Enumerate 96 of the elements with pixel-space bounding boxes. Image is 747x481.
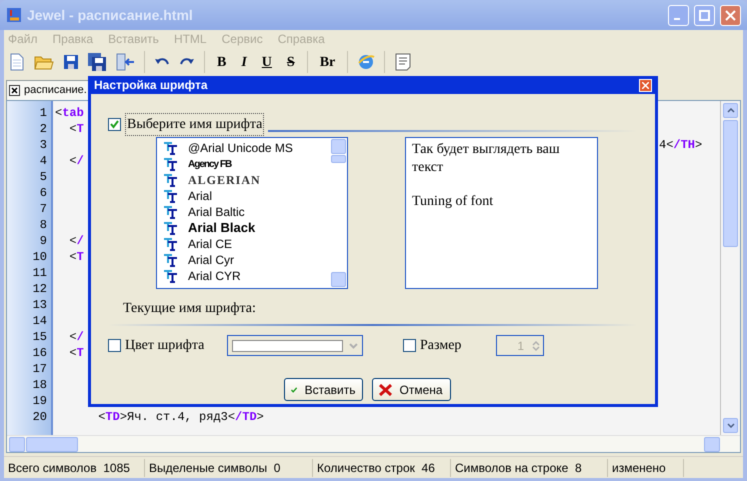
format-button[interactable]: I: [238, 52, 250, 72]
close-icon: [725, 10, 736, 20]
status-text: Количество строк 46: [313, 458, 451, 476]
code-line: <tab: [55, 105, 84, 121]
chevron-up-icon: [726, 108, 734, 113]
insert-button[interactable]: Вставить: [284, 378, 362, 401]
window-title: Jewel - расписание.html: [27, 6, 194, 25]
font-list-item[interactable]: @Arial Unicode MS: [157, 140, 330, 156]
checkbox-label[interactable]: Выберите имя шрифта: [125, 113, 264, 136]
font-list[interactable]: @Arial Unicode MS Agency FB ALGERIAN Arial Arial Baltic Arial Black Arial CE Arial Cyr Arial CYR: [156, 137, 348, 289]
save-icon[interactable]: [63, 54, 79, 70]
line-number: 20: [32, 409, 48, 425]
chevron-down-icon: [726, 423, 734, 428]
font-list-item[interactable]: Arial Black: [157, 220, 330, 236]
font-list-item[interactable]: Arial Baltic: [157, 204, 330, 220]
checkbox[interactable]: [108, 118, 121, 131]
font-list-item[interactable]: Agency FB: [157, 156, 330, 172]
cancel-button[interactable]: Отмена: [372, 378, 450, 401]
line-number: 10: [32, 249, 48, 265]
save-all-icon[interactable]: [88, 53, 106, 71]
current-font-label: Текущие имя шрифта:: [123, 300, 257, 318]
line-number: 9: [38, 233, 48, 249]
line-number: 11: [32, 265, 48, 281]
scrollbar-thumb[interactable]: [26, 436, 78, 452]
checkmark-icon: [110, 120, 119, 129]
line-number: 16: [32, 345, 48, 361]
truetype-icon: [163, 190, 178, 202]
line-number: 19: [32, 393, 48, 409]
font-list-item[interactable]: Arial: [157, 188, 330, 204]
app-icon: [6, 7, 22, 23]
maximize-icon: [699, 10, 710, 20]
code-line: </: [68, 329, 84, 345]
code-line: <T: [68, 345, 84, 361]
checkbox-label[interactable]: Цвет шрифта: [125, 335, 227, 356]
spinner-arrows-icon: [532, 340, 540, 352]
checkbox[interactable]: [108, 339, 121, 352]
scrollbar-thumb[interactable]: [331, 155, 346, 163]
format-button[interactable]: U: [258, 52, 275, 72]
line-number: 5: [38, 169, 48, 185]
browser-globe-icon[interactable]: [357, 53, 376, 71]
scroll-up-button[interactable]: [723, 103, 738, 118]
line-number: 3: [38, 137, 48, 153]
code-line: <TD>Яч. ст.4, ряд3</TD>: [97, 409, 264, 425]
door-arrow-icon[interactable]: [115, 53, 135, 71]
color-dropdown[interactable]: [227, 335, 363, 356]
truetype-icon: [163, 238, 178, 250]
truetype-icon: [163, 270, 178, 282]
minimize-icon: [674, 18, 680, 20]
status-text: Символов на строке 8: [451, 458, 608, 476]
close-icon[interactable]: [9, 85, 20, 96]
line-number: 2: [38, 121, 48, 137]
font-list-item[interactable]: Arial CE: [157, 236, 330, 252]
status-text: изменено: [608, 458, 684, 476]
line-number: 13: [32, 297, 48, 313]
format-button[interactable]: Br: [316, 52, 338, 72]
font-list-item[interactable]: Arial CYR: [157, 268, 330, 284]
status-text: Выделеные символы 0: [145, 458, 313, 476]
format-button[interactable]: B: [214, 52, 230, 72]
font-list-item[interactable]: ALGERIAN: [157, 172, 330, 188]
cross-icon: [378, 384, 392, 396]
maximize-button[interactable]: [694, 4, 715, 26]
new-file-icon[interactable]: [9, 53, 25, 71]
line-number: 18: [32, 377, 48, 393]
minimize-button[interactable]: [668, 4, 689, 26]
line-number: 14: [32, 313, 48, 329]
code-line: 4</TH>: [659, 137, 702, 153]
truetype-icon: [163, 254, 178, 266]
scrollbar-thumb[interactable]: [723, 120, 738, 247]
document-icon[interactable]: [394, 53, 412, 71]
line-number: 7: [38, 201, 48, 217]
line-number: 1: [38, 105, 48, 121]
truetype-icon: [163, 222, 178, 234]
font-list-item[interactable]: Arial Cyr: [157, 252, 330, 268]
line-number: 6: [38, 185, 48, 201]
status-text: Всего символов 1085: [4, 458, 145, 476]
truetype-icon: [163, 174, 178, 186]
line-number: 8: [38, 217, 48, 233]
truetype-icon: [163, 206, 178, 218]
line-number: 12: [32, 281, 48, 297]
close-button[interactable]: [639, 78, 652, 92]
truetype-icon: [163, 142, 178, 154]
code-line: <T: [68, 249, 84, 265]
line-number: 4: [38, 153, 48, 169]
code-line: </: [68, 153, 84, 169]
line-number: 17: [32, 361, 48, 377]
format-button[interactable]: S: [284, 52, 298, 72]
close-icon: [642, 82, 649, 88]
line-number: 15: [32, 329, 48, 345]
truetype-icon: [163, 158, 178, 170]
preview-text: Tuning of font: [412, 193, 494, 211]
chevron-down-icon: [349, 342, 358, 348]
folder-icon[interactable]: [34, 54, 54, 70]
preview-text: Так будет выглядеть ваш текст: [412, 141, 561, 177]
code-line: </: [68, 233, 84, 249]
code-line: <T: [68, 121, 84, 137]
scroll-down-button[interactable]: [723, 418, 738, 433]
